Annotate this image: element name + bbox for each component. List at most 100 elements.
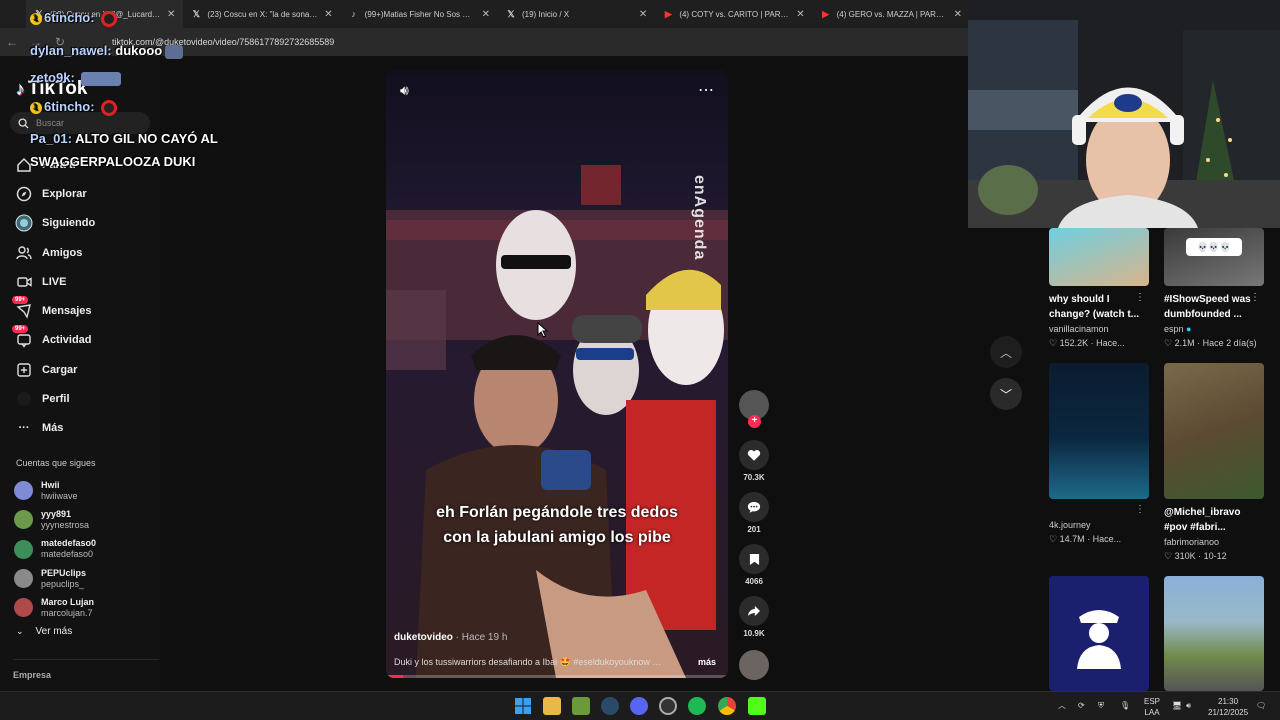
- tiktok-sidebar: ♪ TikTok Buscar Para ti Explorar Siguiend…: [0, 56, 160, 691]
- sidebar-item-amigos[interactable]: Amigos: [14, 238, 95, 267]
- notification-icon[interactable]: 🗨︎: [1256, 700, 1266, 711]
- sidebar-item-label: Explorar: [42, 187, 87, 200]
- sidebar-item-siguiendo[interactable]: Siguiendo: [14, 209, 95, 238]
- spotify-icon[interactable]: [688, 697, 706, 715]
- friends-icon: [14, 244, 34, 262]
- microphone-icon[interactable]: 🎙︎: [1120, 700, 1130, 711]
- captain-icon: [1077, 609, 1121, 669]
- video-card[interactable]: ⋮ 4k.journey ♡ 14.7M · Hace...: [1049, 363, 1149, 545]
- list-item[interactable]: PEPUclips pepuclips_: [14, 564, 96, 593]
- reload-icon[interactable]: ↻: [48, 35, 72, 49]
- sidebar-item-perfil[interactable]: Perfil: [14, 384, 95, 413]
- chrome-icon[interactable]: [718, 697, 736, 715]
- windows-start-icon[interactable]: [514, 697, 532, 715]
- video-thumbnail[interactable]: [1049, 228, 1149, 286]
- browser-tab[interactable]: ♪ (99+)Matias Fisher No Sos Und… ✕: [341, 0, 498, 28]
- next-video-button[interactable]: ﹀: [990, 378, 1022, 410]
- browser-tab[interactable]: 𝕏 (23) Coscu en X: "@_Lucardo_ " ✕: [26, 0, 184, 28]
- url-field[interactable]: tiktok.com/@duketovideo/video/7586177892…: [112, 37, 334, 47]
- more-options-icon[interactable]: ⋮: [1135, 292, 1145, 303]
- verified-icon: ●: [1186, 324, 1192, 334]
- see-more-button[interactable]: ⌄ Ver más: [16, 626, 72, 637]
- video-player[interactable]: 🔊︎ ⋯ enAgenda eh Forlán pegándole tres d…: [386, 70, 728, 678]
- video-progress-bar[interactable]: [386, 675, 728, 678]
- network-icon[interactable]: 🖥︎: [1172, 700, 1182, 711]
- close-icon[interactable]: ✕: [482, 9, 490, 20]
- sidebar-item-actividad[interactable]: 99+ Actividad: [12, 325, 95, 355]
- sidebar-item-explorar[interactable]: Explorar: [14, 179, 95, 208]
- browser-tab[interactable]: ▶ (4) GERO vs. MAZZA | PARENSE… ✕: [813, 0, 970, 28]
- close-icon[interactable]: ✕: [324, 9, 332, 20]
- forward-icon[interactable]: →: [24, 35, 48, 49]
- obs-icon[interactable]: [659, 697, 677, 715]
- video-thumbnail[interactable]: [1164, 576, 1264, 691]
- tab-title: (4) COTY vs. CARITO | PARENSE…: [679, 9, 790, 19]
- more-options-icon[interactable]: ⋮: [1250, 292, 1260, 303]
- recommended-videos-grid: ⋮ why should I change? (watch t... vanil…: [1032, 228, 1280, 691]
- more-icon: ···: [18, 422, 30, 435]
- video-thumbnail[interactable]: [1049, 576, 1149, 691]
- comment-button[interactable]: 201: [736, 492, 772, 534]
- tiktok-logo[interactable]: ♪ TikTok: [16, 78, 87, 100]
- video-author[interactable]: duketovideo · Hace 19 h: [394, 632, 507, 643]
- list-item[interactable]: Hwii hwiiwave: [14, 476, 96, 505]
- chevron-down-icon: ﹀: [999, 387, 1012, 402]
- company-link[interactable]: Empresa: [13, 670, 51, 680]
- volume-icon[interactable]: 🔊︎: [400, 82, 409, 99]
- creator-avatar[interactable]: +: [739, 390, 769, 428]
- video-thumbnail[interactable]: [1049, 363, 1149, 499]
- sidebar-item-live[interactable]: LIVE: [14, 267, 95, 296]
- close-icon[interactable]: ✕: [796, 9, 804, 20]
- account-username: matedefaso0: [41, 549, 94, 560]
- share-button[interactable]: 10.9K: [736, 596, 772, 638]
- list-item[interactable]: yyy891 yyynestrosa: [14, 505, 96, 534]
- follow-plus-icon[interactable]: +: [748, 415, 761, 428]
- browser-tab[interactable]: ▶ (4) COTY vs. CARITO | PARENSE… ✕: [655, 0, 812, 28]
- clock[interactable]: 21:30 21/12/2025: [1208, 696, 1248, 718]
- sidebar-item-mas[interactable]: ··· Más: [14, 414, 95, 443]
- progress-fill: [386, 675, 404, 678]
- browser-tab[interactable]: 𝕏 (19) Inicio / X ✕: [498, 0, 655, 28]
- share-icon: [748, 605, 760, 617]
- volume-icon[interactable]: 🔊︎: [1186, 700, 1191, 711]
- language-indicator[interactable]: ESP LAA: [1144, 696, 1160, 718]
- more-options-icon[interactable]: ⋯: [698, 80, 714, 100]
- app-icon[interactable]: [572, 697, 590, 715]
- more-options-icon[interactable]: ⋮: [1135, 504, 1145, 515]
- video-card[interactable]: @Michel_ibravo #pov #fabri... fabrimoria…: [1164, 363, 1264, 562]
- video-card[interactable]: ⋮ why should I change? (watch t... vanil…: [1049, 228, 1149, 349]
- back-icon[interactable]: ←: [0, 35, 24, 49]
- chevron-down-icon: ⌄: [16, 626, 24, 636]
- chevron-up-icon[interactable]: ︿: [1058, 700, 1066, 711]
- close-icon[interactable]: ✕: [167, 9, 175, 20]
- video-card[interactable]: 💀💀💀 ⋮ #IShowSpeed was dumbfounded ... es…: [1164, 228, 1264, 349]
- sidebar-item-cargar[interactable]: Cargar: [14, 355, 95, 384]
- previous-video-button[interactable]: ︿: [990, 336, 1022, 368]
- video-card[interactable]: [1164, 576, 1264, 691]
- sound-avatar[interactable]: [739, 650, 769, 680]
- file-explorer-icon[interactable]: [543, 697, 561, 715]
- like-button[interactable]: 70.3K: [736, 440, 772, 482]
- discord-icon[interactable]: [630, 697, 648, 715]
- sidebar-item-mensajes[interactable]: 99+ Mensajes: [12, 296, 95, 325]
- video-thumbnail[interactable]: [1164, 363, 1264, 499]
- steam-icon[interactable]: [601, 697, 619, 715]
- search-input[interactable]: Buscar: [10, 112, 150, 134]
- save-button[interactable]: 4066: [736, 544, 772, 586]
- close-icon[interactable]: ✕: [954, 9, 962, 20]
- kick-icon[interactable]: [748, 697, 766, 715]
- video-thumbnail[interactable]: 💀💀💀: [1164, 228, 1264, 286]
- author-name[interactable]: duketovideo: [394, 632, 453, 643]
- sidebar-item-para-ti[interactable]: Para ti: [14, 150, 95, 179]
- sync-icon[interactable]: ⟳: [1078, 700, 1085, 711]
- sidebar-item-label: Mensajes: [42, 305, 92, 318]
- list-item[interactable]: Marco Lujan marcolujan.7: [14, 593, 96, 622]
- browser-tab[interactable]: 𝕏 (23) Coscu en X: "la de sonar más" ✕: [183, 0, 340, 28]
- video-card[interactable]: [1049, 576, 1149, 691]
- list-item[interactable]: matedefaso0 matedefaso0: [14, 535, 96, 564]
- close-icon[interactable]: ✕: [639, 9, 647, 20]
- shield-icon[interactable]: ⛨: [1098, 700, 1104, 711]
- account-name: matedefaso0: [41, 538, 97, 549]
- search-placeholder: Buscar: [36, 118, 65, 128]
- more-link[interactable]: más: [698, 657, 716, 667]
